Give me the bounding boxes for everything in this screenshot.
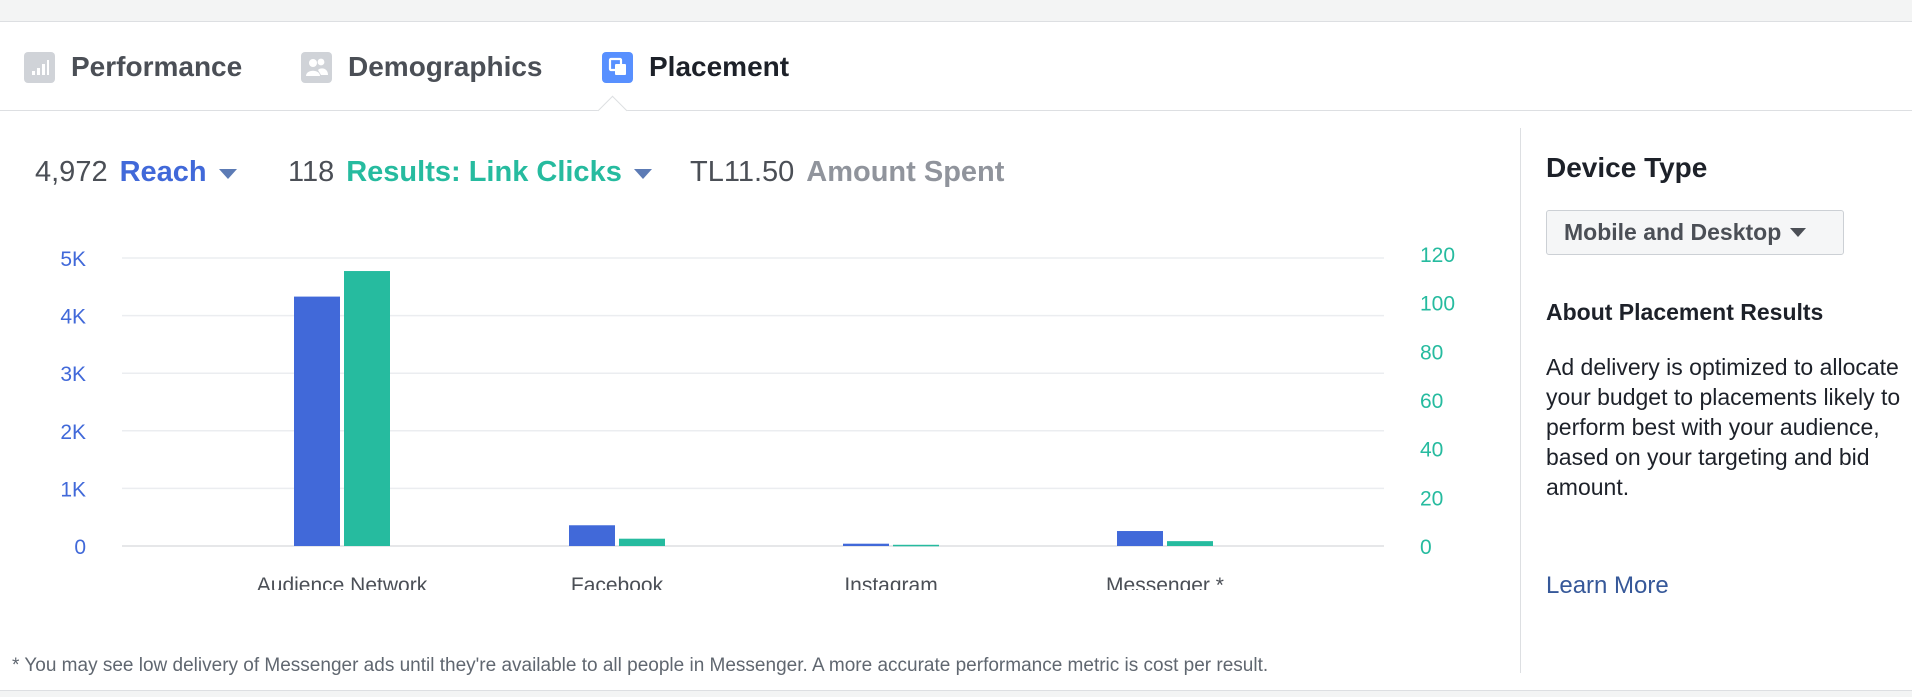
about-placement-text: Ad delivery is optimized to allocate you… [1546, 354, 1901, 500]
right-axis-tick-label: 40 [1420, 439, 1443, 462]
bar-link-clicks [344, 271, 390, 546]
bar-link-clicks [1167, 541, 1213, 546]
right-axis-tick-label: 80 [1420, 341, 1443, 364]
about-placement-title: About Placement Results [1546, 299, 1824, 325]
chevron-down-icon [633, 169, 652, 179]
device-type-value: Mobile and Desktop [1564, 219, 1782, 245]
left-axis-tick-label: 3K [60, 363, 86, 386]
bar-reach [294, 296, 340, 546]
bar-reach [843, 543, 889, 546]
right-axis-tick-label: 120 [1420, 244, 1455, 267]
tab-bar: Performance Demographics Placement [0, 22, 1912, 126]
metric-reach[interactable]: 4,972 Reach [35, 152, 237, 192]
tab-demographics[interactable]: Demographics [301, 46, 543, 88]
right-axis-tick-label: 0 [1420, 536, 1432, 559]
tab-performance[interactable]: Performance [24, 46, 242, 88]
device-type-title: Device Type [1546, 152, 1708, 183]
tab-demographics-label: Demographics [348, 51, 543, 82]
placement-bar-chart: 0 1K 2K 3K 4K 5K 0 20 40 60 80 100 120 Audience Netwo… [60, 244, 1455, 590]
messenger-footnote: * You may see low delivery of Messenger … [12, 655, 1269, 676]
left-axis-tick-label: 5K [60, 248, 86, 271]
left-axis-tick-label: 4K [60, 306, 86, 329]
tab-placement[interactable]: Placement [602, 46, 789, 88]
tab-performance-label: Performance [71, 51, 243, 82]
metric-results[interactable]: 118 Results: Link Clicks [288, 152, 652, 192]
right-axis-tick-label: 100 [1420, 293, 1455, 316]
reach-value: 4,972 [35, 155, 108, 188]
right-axis-tick-label: 20 [1420, 487, 1443, 510]
left-axis-tick-label: 2K [60, 421, 86, 444]
chevron-down-icon [218, 169, 237, 179]
category-label: Audience Network [257, 574, 428, 590]
left-axis-tick-label: 1K [60, 478, 86, 501]
people-icon [301, 51, 332, 83]
left-axis-tick-label: 0 [74, 536, 86, 559]
category-label: Instagram [844, 574, 937, 590]
metric-amount-spent: TL11.50 Amount Spent [690, 152, 1004, 192]
bar-link-clicks [893, 544, 939, 547]
top-strip [0, 0, 1912, 22]
results-value: 118 [288, 155, 335, 188]
spent-label: Amount Spent [806, 155, 1005, 188]
category-label: Facebook [571, 574, 664, 590]
bar-chart-icon [24, 51, 55, 83]
bar-reach [1117, 531, 1163, 546]
placement-icon [602, 51, 633, 83]
tab-placement-label: Placement [649, 51, 790, 82]
device-type-dropdown[interactable]: Mobile and Desktop [1546, 210, 1844, 255]
category-label: Messenger * [1106, 574, 1224, 590]
bar-link-clicks [619, 538, 665, 546]
results-label: Results: Link Clicks [346, 155, 622, 188]
bar-reach [569, 525, 615, 546]
spent-value: TL11.50 [690, 155, 795, 188]
chevron-down-icon [1790, 228, 1807, 237]
right-axis-tick-label: 60 [1420, 390, 1443, 413]
reach-label: Reach [119, 155, 207, 188]
active-tab-caret [597, 95, 628, 126]
sidebar-divider [1520, 128, 1521, 673]
learn-more-link[interactable]: Learn More [1546, 572, 1669, 600]
